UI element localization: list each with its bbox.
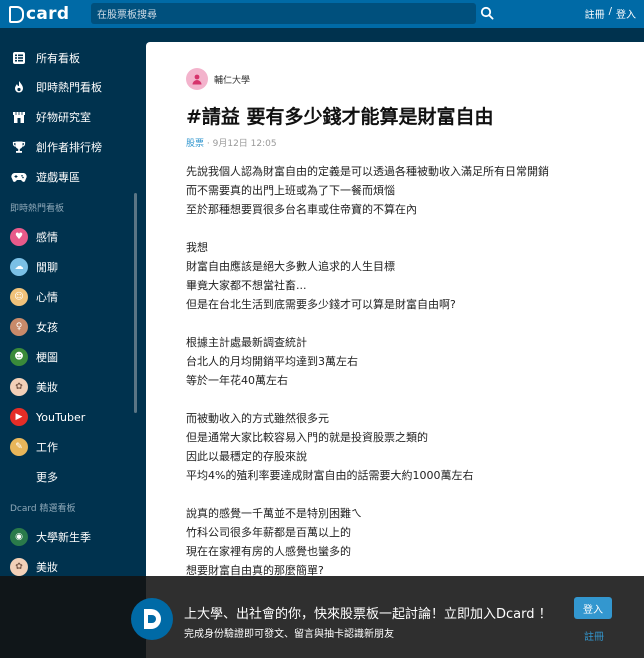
register-link[interactable]: 註冊 bbox=[585, 6, 605, 21]
sidebar-item-hot-boards[interactable]: 即時熱門看板 bbox=[0, 74, 145, 100]
dcard-logo[interactable]: card bbox=[9, 4, 70, 24]
sidebar-item-chat[interactable]: ☁ 閒聊 bbox=[0, 254, 145, 280]
board-avatar-icon: ◉ bbox=[10, 528, 28, 546]
board-avatar-icon: ✿ bbox=[10, 558, 28, 576]
board-avatar-icon: ♥ bbox=[10, 228, 28, 246]
dcard-logo-icon bbox=[131, 598, 173, 640]
search-icon[interactable] bbox=[480, 5, 498, 23]
search-input[interactable] bbox=[91, 5, 476, 26]
post-board[interactable]: 輔仁大學 bbox=[186, 68, 250, 90]
post-line: 而不需要真的出門上班或為了下一餐而煩惱 bbox=[186, 184, 395, 197]
sidebar-item-all-boards[interactable]: 所有看板 bbox=[0, 45, 145, 71]
top-header: card 註冊 / 登入 bbox=[0, 0, 644, 28]
youtube-play-icon: ▶ bbox=[10, 408, 28, 426]
divider: / bbox=[608, 6, 612, 17]
board-avatar-icon: ☻ bbox=[10, 348, 28, 366]
sidebar-item-girl[interactable]: ♀ 女孩 bbox=[0, 314, 145, 340]
search-box[interactable] bbox=[91, 3, 476, 26]
banner-subtitle: 完成身份驗證即可發文、留言與抽卡認識新朋友 bbox=[184, 629, 394, 640]
board-avatar-icon: ☺ bbox=[10, 288, 28, 306]
post-content: 先說我個人認為財富自由的定義是可以透過各種被動收入滿足所有日常開銷 而不需要真的出… bbox=[186, 162, 626, 580]
post-title: #請益 要有多少錢才能算是財富自由 bbox=[186, 106, 494, 128]
school-avatar-icon bbox=[186, 68, 208, 90]
banner-register-link[interactable]: 註冊 bbox=[584, 628, 604, 643]
post-date: 9月12日 12:05 bbox=[212, 139, 277, 149]
trophy-icon bbox=[10, 138, 28, 156]
post-meta: 股票 · 9月12日 12:05 bbox=[186, 136, 277, 149]
sidebar-item-creator-ranking[interactable]: 創作者排行榜 bbox=[0, 134, 145, 160]
dcard-d-icon bbox=[9, 5, 24, 23]
fire-icon bbox=[10, 78, 28, 96]
banner-title: 上大學、出社會的你，快來股票板一起討論！立即加入Dcard ！ bbox=[184, 607, 552, 622]
post-line bbox=[186, 314, 626, 333]
section-hot-boards: 即時熱門看板 bbox=[10, 204, 65, 214]
post-line: 而被動收入的方式雖然很多元 bbox=[186, 412, 329, 425]
post-line: 說真的感覺一千萬並不是特別困難ㄟ bbox=[186, 507, 362, 520]
sidebar-item-mood[interactable]: ☺ 心情 bbox=[0, 284, 145, 310]
sidebar-item-games[interactable]: 遊戲專區 bbox=[0, 164, 145, 190]
sidebar-item-youtuber[interactable]: ▶ YouTuber bbox=[0, 404, 145, 430]
sidebar-item-meme[interactable]: ☻ 梗圖 bbox=[0, 344, 145, 370]
board-avatar-icon: ♀ bbox=[10, 318, 28, 336]
sidebar-item-makeup[interactable]: ✿ 美妝 bbox=[0, 374, 145, 400]
gamepad-icon bbox=[10, 168, 28, 186]
post-line bbox=[186, 219, 626, 238]
board-list-icon bbox=[10, 49, 28, 67]
logo-text: card bbox=[26, 4, 70, 24]
sidebar-item-work[interactable]: ✎ 工作 bbox=[0, 434, 145, 460]
post-line: 但是通常大家比較容易入門的就是投資股票之類的 bbox=[186, 431, 428, 444]
login-link[interactable]: 登入 bbox=[616, 6, 636, 21]
section-featured-boards: Dcard 精選看板 bbox=[10, 504, 76, 514]
board-name: 輔仁大學 bbox=[214, 75, 251, 86]
post-line: 畢竟大家都不想當社畜... bbox=[186, 279, 307, 292]
post-line: 台北人的月均開銷平均達到3萬左右 bbox=[186, 355, 358, 368]
board-avatar-icon: ☁ bbox=[10, 258, 28, 276]
board-avatar-icon: ✎ bbox=[10, 438, 28, 456]
post-line: 因此以最穩定的存股來說 bbox=[186, 450, 307, 463]
post-card: 輔仁大學 #請益 要有多少錢才能算是財富自由 股票 · 9月12日 12:05 … bbox=[146, 42, 644, 658]
post-line: 現在在家裡有房的人感覺也蠻多的 bbox=[186, 545, 351, 558]
post-line: 財富自由應該是絕大多數人追求的人生目標 bbox=[186, 260, 395, 273]
post-line: 竹科公司很多年薪都是百萬以上的 bbox=[186, 526, 351, 539]
post-line: 我想 bbox=[186, 241, 208, 254]
sidebar-scrollbar[interactable] bbox=[134, 193, 137, 413]
sidebar-item-freshman[interactable]: ◉ 大學新生季 bbox=[0, 524, 145, 550]
shop-icon bbox=[10, 108, 28, 126]
post-line: 至於那種想要買很多台名車或住帝寶的不算在內 bbox=[186, 203, 417, 216]
post-line bbox=[186, 390, 626, 409]
post-line bbox=[186, 485, 626, 504]
post-line: 等於一年花40萬左右 bbox=[186, 374, 288, 387]
banner-login-button[interactable]: 登入 bbox=[574, 597, 612, 619]
auth-links: 註冊 / 登入 bbox=[585, 6, 636, 21]
sidebar-item-goods-lab[interactable]: 好物研究室 bbox=[0, 104, 145, 130]
post-line: 根據主計處最新調查統計 bbox=[186, 336, 307, 349]
board-avatar-icon: ✿ bbox=[10, 378, 28, 396]
post-line: 平均4%的殖利率要達成財富自由的話需要大約1000萬左右 bbox=[186, 469, 474, 482]
post-category-link[interactable]: 股票 bbox=[186, 139, 204, 149]
join-banner: 上大學、出社會的你，快來股票板一起討論！立即加入Dcard ！ 完成身份驗證即可… bbox=[0, 576, 644, 658]
sidebar: 所有看板 即時熱門看板 好物研究室 創作者排行榜 遊戲專區 即時熱門看板 ♥ 感… bbox=[0, 28, 145, 658]
sidebar-item-love[interactable]: ♥ 感情 bbox=[0, 224, 145, 250]
sidebar-item-more[interactable]: 更多 bbox=[0, 464, 145, 490]
post-line: 但是在台北生活到底需要多少錢才可以算是財富自由啊? bbox=[186, 298, 456, 311]
post-line: 先說我個人認為財富自由的定義是可以透過各種被動收入滿足所有日常開銷 bbox=[186, 165, 549, 178]
